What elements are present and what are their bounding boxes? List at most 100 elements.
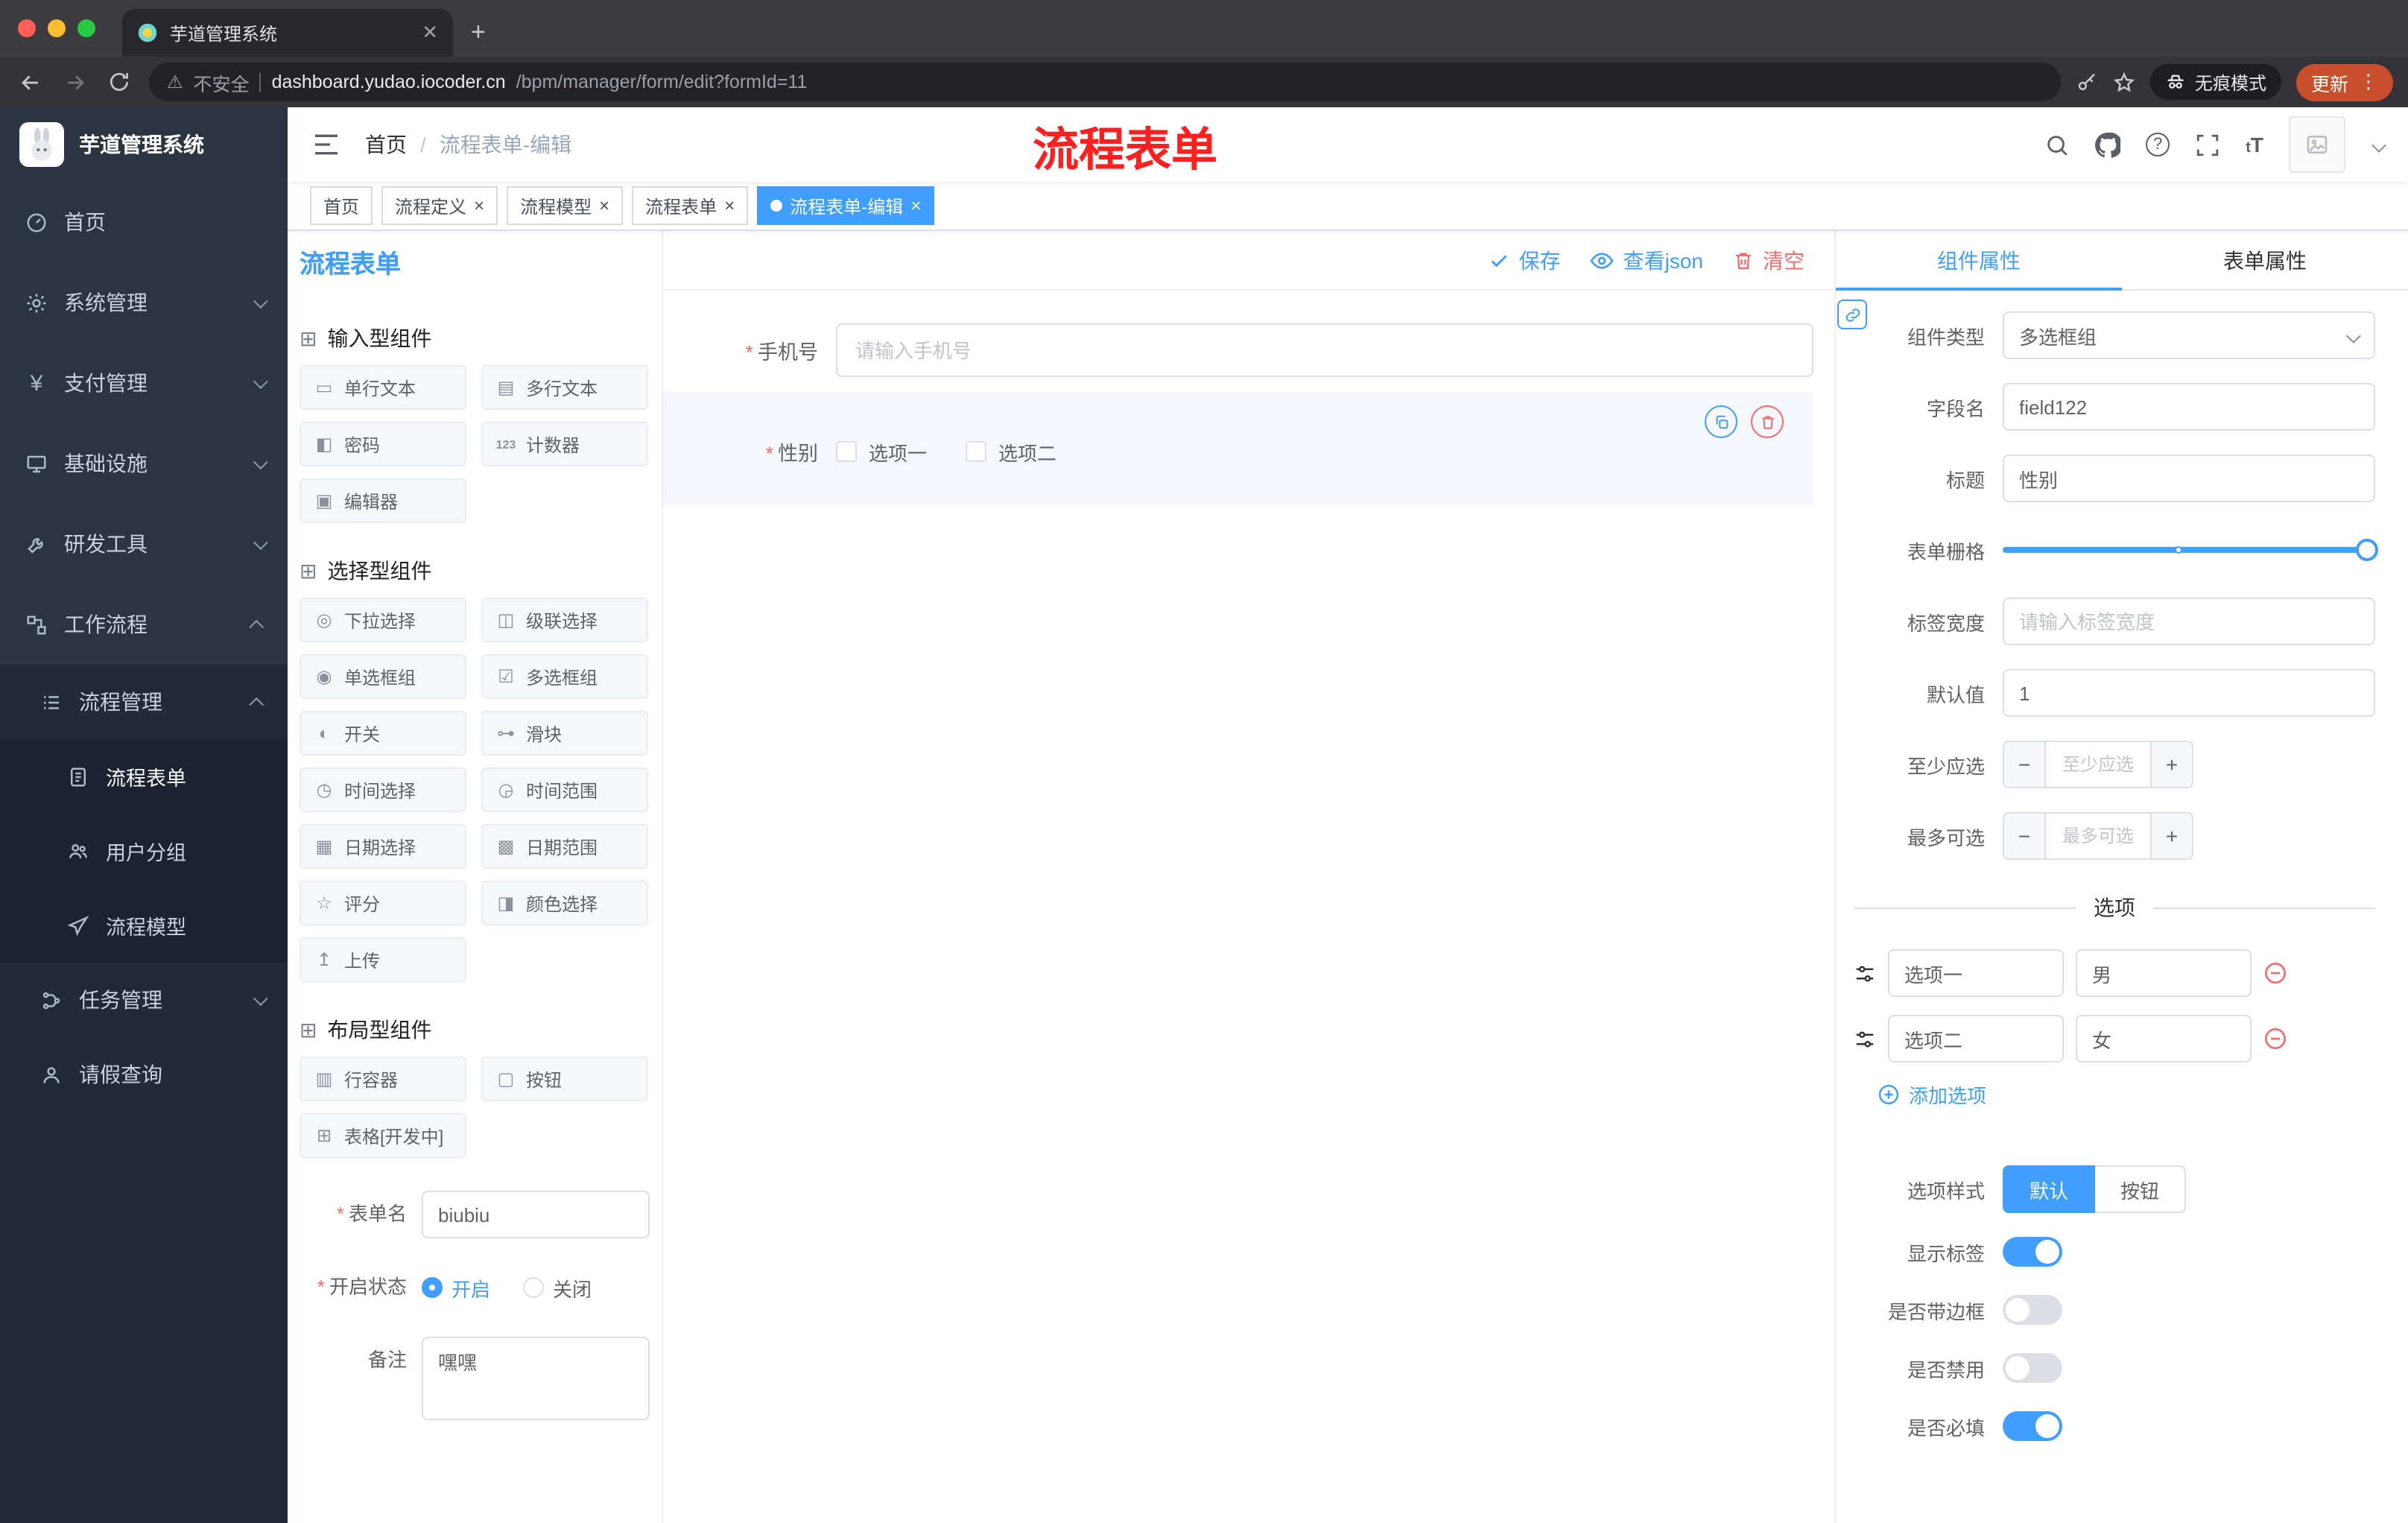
palette-item-select[interactable]: ◎ 下拉选择 xyxy=(300,598,466,642)
title-input[interactable] xyxy=(2003,455,2375,502)
tab-component-props[interactable]: 组件属性 xyxy=(1836,231,2122,291)
sidebar-item-task-management[interactable]: 任务管理 xyxy=(0,963,288,1037)
add-option-button[interactable]: 添加选项 xyxy=(1878,1080,2375,1109)
sidebar-item-home[interactable]: 首页 xyxy=(0,182,288,262)
palette-item-textarea[interactable]: ▤ 多行文本 xyxy=(481,365,648,410)
tag-process-form-edit[interactable]: 流程表单-编辑 × xyxy=(757,186,935,225)
default-value-input[interactable] xyxy=(2003,669,2375,717)
disabled-switch[interactable] xyxy=(2003,1353,2062,1383)
new-tab-button[interactable]: + xyxy=(471,18,486,48)
component-type-select[interactable]: 多选框组 xyxy=(2003,311,2375,359)
option-label-input[interactable] xyxy=(1888,949,2064,997)
tag-process-definition[interactable]: 流程定义 × xyxy=(381,186,498,225)
tab-close-icon[interactable]: ✕ xyxy=(422,21,438,45)
back-button[interactable] xyxy=(15,69,45,95)
remove-option-button[interactable] xyxy=(2263,1027,2287,1051)
form-grid-slider[interactable] xyxy=(2003,526,2378,574)
palette-item-switch[interactable]: ◐ 开关 xyxy=(300,711,466,756)
sidebar-item-infrastructure[interactable]: 基础设施 xyxy=(0,423,288,504)
browser-menu-icon[interactable]: ⋮ xyxy=(2359,70,2378,94)
palette-item-rate[interactable]: ☆ 评分 xyxy=(300,881,466,925)
breadcrumb-home[interactable]: 首页 xyxy=(365,130,407,159)
search-icon[interactable] xyxy=(2044,132,2070,157)
palette-item-checkbox-group[interactable]: ☑ 多选框组 xyxy=(481,654,648,699)
option-value-input[interactable] xyxy=(2076,1015,2252,1063)
palette-item-date-picker[interactable]: ▦ 日期选择 xyxy=(300,824,466,869)
palette-item-rich-editor[interactable]: ▣ 编辑器 xyxy=(300,478,466,523)
save-button[interactable]: 保存 xyxy=(1489,245,1561,275)
min-select-input[interactable] xyxy=(2046,754,2150,775)
tag-home[interactable]: 首页 xyxy=(310,186,373,225)
decrease-button[interactable]: − xyxy=(2004,742,2046,787)
sidebar-item-user-group[interactable]: 用户分组 xyxy=(0,814,288,888)
phone-input[interactable] xyxy=(836,323,1813,377)
minimize-window-button[interactable] xyxy=(48,19,66,37)
status-radio-off[interactable]: 关闭 xyxy=(523,1273,592,1302)
max-select-input[interactable] xyxy=(2046,826,2150,846)
show-label-switch[interactable] xyxy=(2003,1237,2062,1267)
increase-button[interactable]: + xyxy=(2150,814,2192,858)
decrease-button[interactable]: − xyxy=(2004,814,2046,858)
option-value-input[interactable] xyxy=(2076,949,2252,997)
sidebar-item-process-form[interactable]: 流程表单 xyxy=(0,739,288,814)
palette-item-time-picker[interactable]: ◷ 时间选择 xyxy=(300,767,466,812)
palette-item-password[interactable]: ◧ 密码 xyxy=(300,422,466,466)
tab-form-props[interactable]: 表单属性 xyxy=(2122,231,2408,289)
palette-item-upload[interactable]: ↥ 上传 xyxy=(300,937,466,982)
font-size-icon[interactable]: tT xyxy=(2246,133,2263,156)
palette-item-cascader[interactable]: ◫ 级联选择 xyxy=(481,598,648,642)
doc-link-icon[interactable] xyxy=(1837,300,1867,329)
gender-checkbox-option1[interactable]: 选项一 xyxy=(836,437,927,466)
gender-checkbox-option2[interactable]: 选项二 xyxy=(966,437,1056,466)
style-default-button[interactable]: 默认 xyxy=(2003,1165,2096,1213)
update-button[interactable]: 更新 ⋮ xyxy=(2295,63,2393,101)
palette-item-color-picker[interactable]: ◨ 颜色选择 xyxy=(481,881,648,925)
style-button-button[interactable]: 按钮 xyxy=(2095,1165,2187,1213)
field-name-input[interactable] xyxy=(2003,383,2375,431)
bookmark-star-icon[interactable] xyxy=(2113,71,2135,93)
palette-item-counter[interactable]: 123 计数器 xyxy=(481,422,648,466)
sidebar-item-process-management[interactable]: 流程管理 xyxy=(0,665,288,739)
required-switch[interactable] xyxy=(2003,1411,2062,1441)
palette-item-date-range[interactable]: ▩ 日期范围 xyxy=(481,824,648,869)
password-key-icon[interactable] xyxy=(2076,71,2098,93)
sidebar-item-payment-management[interactable]: ¥ 支付管理 xyxy=(0,343,288,423)
sidebar-item-system-management[interactable]: 系统管理 xyxy=(0,262,288,343)
palette-item-radio-group[interactable]: ◉ 单选框组 xyxy=(300,654,466,699)
tag-close-icon[interactable]: × xyxy=(724,197,735,215)
fullscreen-icon[interactable] xyxy=(2195,132,2220,157)
palette-item-slider[interactable]: ⊶ 滑块 xyxy=(481,711,648,756)
palette-item-row-container[interactable]: ▥ 行容器 xyxy=(300,1057,466,1101)
palette-item-text-field[interactable]: ▭ 单行文本 xyxy=(300,365,466,410)
label-width-input[interactable] xyxy=(2003,598,2375,645)
form-name-input[interactable] xyxy=(422,1191,650,1238)
drag-handle-icon[interactable] xyxy=(1854,1028,1876,1050)
delete-widget-button[interactable] xyxy=(1751,405,1784,438)
address-bar[interactable]: ⚠ 不安全 dashboard.yudao.iocoder.cn/bpm/man… xyxy=(149,63,2061,101)
sidebar-item-leave-query[interactable]: 请假查询 xyxy=(0,1037,288,1112)
canvas-field-phone[interactable]: * 手机号 xyxy=(663,323,1813,377)
drag-handle-icon[interactable] xyxy=(1854,962,1876,984)
tag-close-icon[interactable]: × xyxy=(599,197,609,215)
forward-button[interactable] xyxy=(60,69,89,95)
collapse-sidebar-icon[interactable] xyxy=(311,130,341,159)
selected-widget-gender[interactable]: * 性别 选项一 选项二 xyxy=(663,392,1813,505)
clear-button[interactable]: 清空 xyxy=(1733,245,1805,275)
sidebar-logo[interactable]: 芋道管理系统 xyxy=(0,107,288,182)
browser-tab[interactable]: 芋道管理系统 ✕ xyxy=(122,9,453,57)
border-switch[interactable] xyxy=(2003,1295,2062,1325)
tag-process-model[interactable]: 流程模型 × xyxy=(507,186,624,225)
status-radio-on[interactable]: 开启 xyxy=(422,1273,490,1302)
tag-close-icon[interactable]: × xyxy=(474,197,484,215)
avatar-caret-icon[interactable] xyxy=(2371,137,2386,152)
reload-button[interactable] xyxy=(104,70,134,94)
palette-item-time-range[interactable]: ◶ 时间范围 xyxy=(481,767,648,812)
sidebar-item-dev-tools[interactable]: 研发工具 xyxy=(0,504,288,584)
remove-option-button[interactable] xyxy=(2263,961,2287,985)
view-json-button[interactable]: 查看json xyxy=(1591,245,1703,275)
option-label-input[interactable] xyxy=(1888,1015,2064,1063)
zoom-window-button[interactable] xyxy=(77,19,95,37)
form-remark-textarea[interactable]: 嘿嘿 xyxy=(422,1337,650,1420)
copy-widget-button[interactable] xyxy=(1705,405,1737,438)
help-icon[interactable]: ? xyxy=(2146,133,2170,156)
